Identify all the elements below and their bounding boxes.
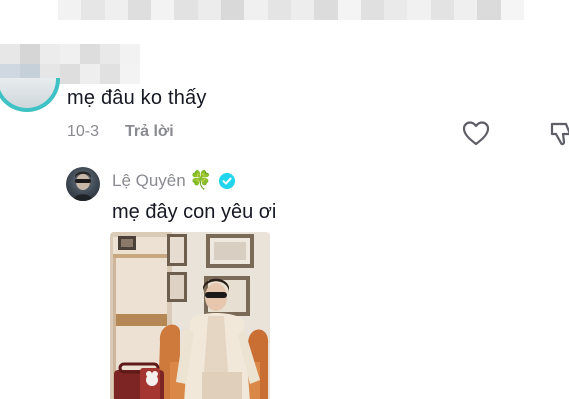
replier-username[interactable]: Lệ Quyên: [112, 171, 186, 191]
heart-outline-icon[interactable]: [462, 120, 490, 146]
replier-avatar[interactable]: [66, 167, 100, 201]
reply-button[interactable]: Trả lời: [125, 123, 174, 141]
commenter-avatar[interactable]: [0, 78, 60, 112]
reply-text: mẹ đây con yêu ơi: [112, 201, 277, 223]
photo-image: [110, 232, 270, 399]
dislike-icon[interactable]: [548, 120, 569, 148]
comment-thread: mẹ đâu ko thấy 10-3 Trả lời Lệ Quyên 🍀 m…: [0, 0, 569, 399]
blurred-content: [58, 0, 524, 20]
comment-date: 10-3: [67, 123, 100, 140]
replier-name-row[interactable]: Lệ Quyên 🍀: [112, 170, 236, 191]
clover-icon: 🍀: [189, 170, 213, 190]
verified-badge-icon: [219, 172, 236, 189]
comment-text: mẹ đâu ko thấy: [67, 87, 207, 109]
reply-photo[interactable]: [110, 232, 270, 399]
avatar-portrait: [73, 171, 93, 201]
